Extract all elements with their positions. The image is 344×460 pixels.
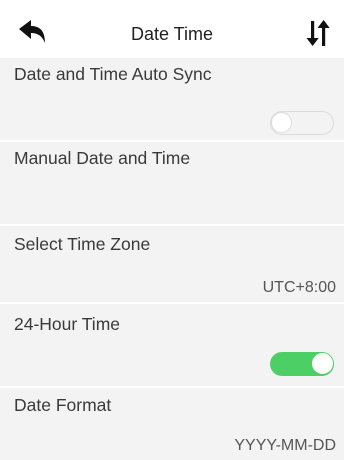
setting-label: Date and Time Auto Sync — [14, 64, 212, 84]
date-format-value: YYYY-MM-DD — [234, 437, 336, 454]
page-title: Date Time — [130, 24, 214, 44]
setting-label: 24-Hour Time — [14, 314, 121, 334]
sort-arrows-icon — [306, 20, 330, 46]
setting-label: Date Format — [14, 395, 112, 415]
24-hour-time-toggle[interactable] — [270, 352, 334, 376]
setting-row-auto-sync[interactable]: Date and Time Auto Sync — [0, 58, 344, 140]
toggle-knob — [312, 353, 333, 374]
setting-row-24-hour-time[interactable]: 24-Hour Time — [0, 304, 344, 386]
time-zone-value: UTC+8:00 — [262, 279, 336, 296]
setting-row-time-zone[interactable]: Select Time Zone UTC+8:00 — [0, 226, 344, 302]
toggle-knob — [271, 112, 292, 133]
setting-label: Select Time Zone — [14, 234, 151, 254]
date-time-screen: Date Time Date and Time Auto Sync Manual… — [0, 0, 344, 460]
auto-sync-toggle[interactable] — [270, 111, 334, 135]
setting-row-manual-date-time[interactable]: Manual Date and Time — [0, 142, 344, 224]
header-bar: Date Time — [0, 0, 344, 58]
sort-button[interactable] — [306, 19, 332, 47]
setting-row-date-format[interactable]: Date Format YYYY-MM-DD — [0, 388, 344, 460]
setting-label: Manual Date and Time — [14, 148, 191, 168]
